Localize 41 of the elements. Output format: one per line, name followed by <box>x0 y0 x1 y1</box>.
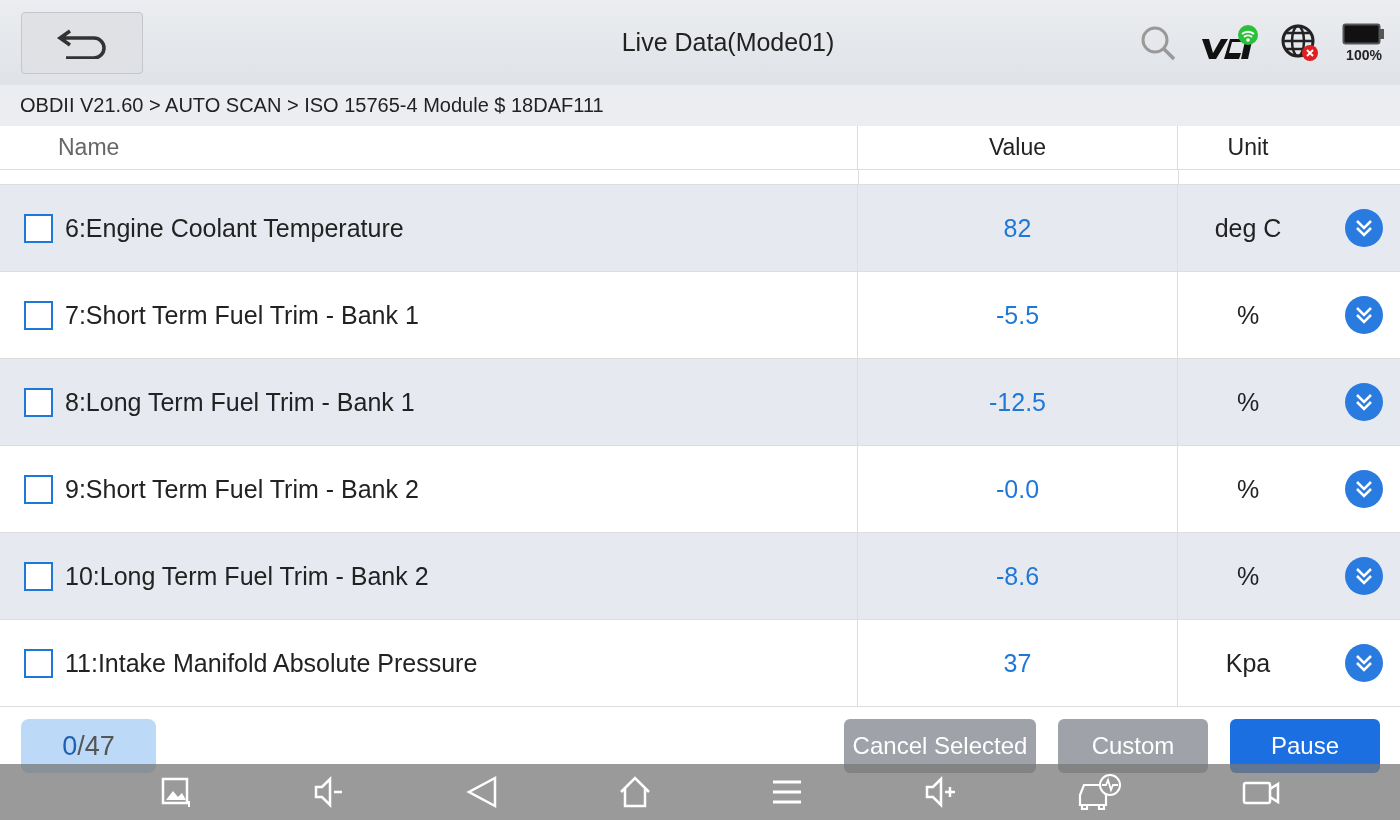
expand-chevron-icon[interactable] <box>1345 296 1383 334</box>
parameter-value: 37 <box>1003 648 1032 678</box>
parameter-unit: Kpa <box>1225 648 1271 678</box>
parameter-value: -12.5 <box>989 387 1046 417</box>
checkbox[interactable] <box>24 387 53 417</box>
parameter-value: -5.5 <box>995 300 1040 330</box>
checkbox[interactable] <box>24 561 53 591</box>
battery-icon <box>1342 22 1386 45</box>
parameter-name: 8:Long Term Fuel Trim - Bank 1 <box>65 387 415 417</box>
expand-chevron-icon[interactable] <box>1345 644 1383 682</box>
column-header: Unit <box>1226 133 1270 162</box>
expand-chevron-icon[interactable] <box>1345 209 1383 247</box>
expand-chevron-icon[interactable] <box>1345 383 1383 421</box>
parameter-unit: % <box>1236 300 1260 330</box>
parameter-unit: % <box>1236 561 1260 591</box>
parameter-unit: % <box>1236 474 1260 504</box>
parameter-unit: deg C <box>1214 213 1282 243</box>
checkbox[interactable] <box>24 648 53 678</box>
parameter-name: 7:Short Term Fuel Trim - Bank 1 <box>65 300 419 330</box>
battery-percentage: 100% <box>1346 46 1382 63</box>
screen-title: Live Data(Mode01) <box>620 28 836 57</box>
parameter-name: 10:Long Term Fuel Trim - Bank 2 <box>65 561 429 591</box>
back-button[interactable] <box>21 11 143 74</box>
parameter-name: 9:Short Term Fuel Trim - Bank 2 <box>65 474 419 504</box>
parameter-value: -8.6 <box>995 561 1040 591</box>
parameter-unit: % <box>1236 387 1260 417</box>
parameter-name: 11:Intake Manifold Absolute Pressure <box>65 648 478 678</box>
expand-chevron-icon[interactable] <box>1345 557 1383 595</box>
checkbox[interactable] <box>24 300 53 330</box>
globe-error-icon[interactable] <box>1280 22 1320 63</box>
parameter-value: -0.0 <box>995 474 1040 504</box>
column-header: Value <box>858 126 1178 169</box>
parameter-name: 6:Engine Coolant Temperature <box>65 213 404 243</box>
volume-up-icon[interactable] <box>923 775 958 809</box>
breadcrumb: OBDII V21.60 > AUTO SCAN > ISO 15765-4 Module $ 18DAF111 <box>20 94 604 117</box>
checkbox[interactable] <box>24 213 53 243</box>
back-icon[interactable] <box>464 775 499 809</box>
column-header: Name <box>0 126 858 169</box>
checkbox[interactable] <box>24 474 53 504</box>
parameter-value: 82 <box>1003 213 1032 243</box>
expand-chevron-icon[interactable] <box>1345 470 1383 508</box>
